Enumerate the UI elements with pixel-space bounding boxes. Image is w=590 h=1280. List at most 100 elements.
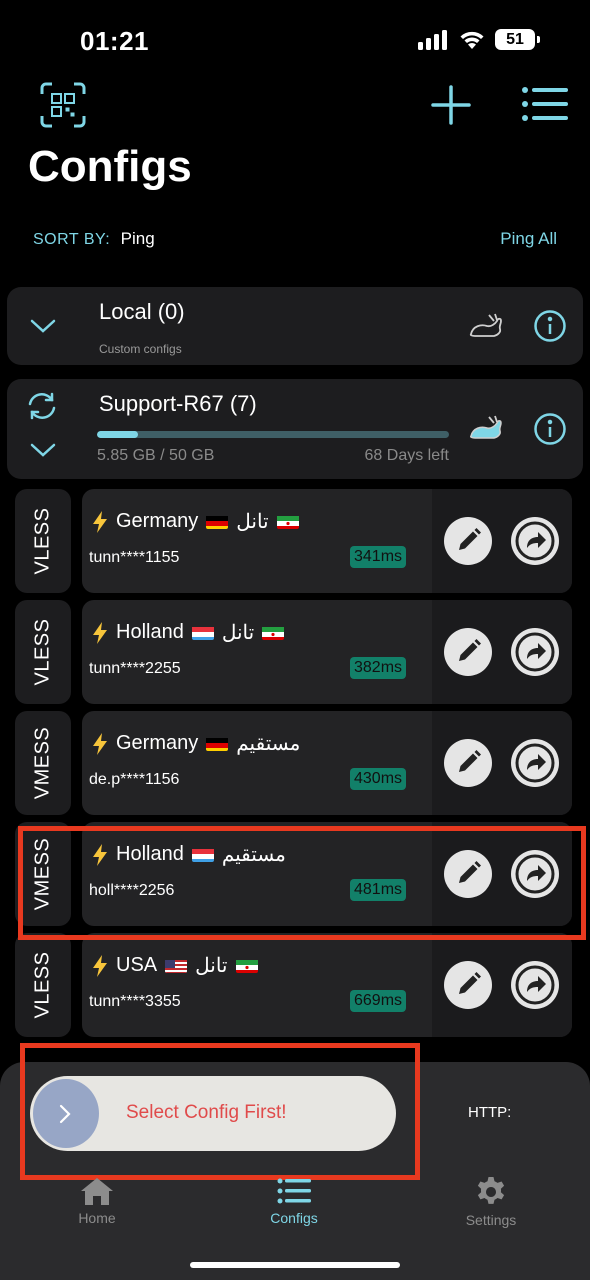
ping-badge: 382ms — [350, 657, 407, 679]
tab-configs-label: Configs — [270, 1210, 318, 1226]
group-support[interactable]: Support-R67 (7) 5.85 GB / 50 GB 68 Days … — [7, 379, 583, 479]
bolt-icon — [93, 732, 107, 755]
ping-badge: 341ms — [350, 546, 407, 568]
info-icon[interactable] — [533, 412, 567, 446]
rabbit-speed-icon[interactable] — [467, 414, 505, 444]
config-type: تانل — [221, 622, 255, 644]
edit-button[interactable] — [444, 517, 492, 565]
pencil-icon — [459, 528, 481, 550]
config-country: Germany — [116, 732, 199, 754]
config-row[interactable]: VMESS Germany مستقیم de.p****1156 430ms — [0, 711, 590, 815]
ping-badge: 669ms — [350, 990, 407, 1012]
protocol-badge: VLESS — [15, 933, 71, 1037]
share-button[interactable] — [511, 628, 559, 676]
flag-icon — [262, 625, 285, 640]
info-icon[interactable] — [533, 309, 567, 343]
tab-settings[interactable]: Settings — [431, 1176, 551, 1228]
protocol-badge: VMESS — [15, 711, 71, 815]
http-label: HTTP: — [468, 1104, 512, 1121]
sort-row: SORT BY: Ping Ping All — [33, 229, 557, 249]
config-country: USA — [116, 954, 158, 976]
group-local[interactable]: Local (0) Custom configs — [7, 287, 583, 365]
rabbit-speed-icon[interactable] — [467, 312, 505, 342]
tab-home-label: Home — [78, 1210, 116, 1226]
config-address: tunn****3355 — [89, 993, 181, 1010]
bolt-icon — [93, 510, 107, 533]
share-button[interactable] — [511, 517, 559, 565]
config-address: tunn****2255 — [89, 660, 181, 677]
flag-icon — [235, 958, 258, 973]
wifi-icon — [460, 31, 484, 49]
config-row[interactable]: VLESS Germany تانل tunn****1155 341ms — [0, 489, 590, 593]
protocol-label: VMESS — [31, 726, 54, 800]
usage-progress-bar — [97, 431, 449, 438]
tab-configs[interactable]: Configs — [234, 1176, 354, 1226]
config-row[interactable]: VLESS Holland تانل tunn****2255 382ms — [0, 600, 590, 704]
config-address: tunn****1155 — [89, 549, 180, 566]
config-name: Germany تانل — [92, 509, 299, 534]
edit-button[interactable] — [444, 961, 492, 1009]
group-subtitle: Custom configs — [99, 342, 182, 356]
share-button[interactable] — [511, 961, 559, 1009]
share-arrow-icon — [515, 965, 555, 1005]
ping-all-button[interactable]: Ping All — [500, 229, 557, 249]
add-config-icon[interactable] — [430, 84, 472, 126]
chevron-down-icon[interactable] — [29, 317, 57, 335]
protocol-badge: VLESS — [15, 600, 71, 704]
protocol-label: VLESS — [31, 951, 54, 1019]
flag-icon — [191, 625, 214, 640]
protocol-label: VLESS — [31, 507, 54, 575]
status-bar: 01:21 51 — [0, 0, 590, 80]
ping-badge: 430ms — [350, 768, 407, 790]
refresh-icon[interactable] — [25, 391, 59, 421]
config-country: Germany — [116, 510, 199, 532]
sort-value[interactable]: Ping — [121, 229, 155, 248]
share-arrow-icon — [515, 521, 555, 561]
config-type: تانل — [236, 511, 269, 533]
share-arrow-icon — [515, 632, 555, 672]
highlight-box — [18, 826, 586, 940]
qr-scan-icon[interactable] — [40, 82, 86, 128]
usage-progress-fill — [97, 431, 139, 438]
config-card[interactable]: Germany تانل tunn****1155 341ms — [82, 489, 572, 593]
config-type: مستقیم — [236, 733, 301, 755]
flag-icon — [276, 514, 299, 529]
list-menu-icon[interactable] — [522, 86, 568, 122]
list-icon — [277, 1178, 311, 1204]
sort-label: SORT BY: — [33, 231, 111, 248]
days-left-text: 68 Days left — [364, 447, 449, 464]
share-button[interactable] — [511, 739, 559, 787]
config-card[interactable]: USA تانل tunn****3355 669ms — [82, 933, 572, 1037]
config-row[interactable]: VLESS USA تانل tunn****3355 669ms — [0, 933, 590, 1037]
config-card[interactable]: Germany مستقیم de.p****1156 430ms — [82, 711, 572, 815]
cellular-signal-icon — [418, 30, 448, 50]
config-card[interactable]: Holland تانل tunn****2255 382ms — [82, 600, 572, 704]
group-title: Local (0) — [99, 299, 185, 324]
config-name: USA تانل — [92, 953, 258, 978]
config-country: Holland — [116, 621, 184, 643]
tab-settings-label: Settings — [465, 1212, 517, 1228]
share-arrow-icon — [515, 743, 555, 783]
protocol-label: VLESS — [31, 618, 54, 686]
pencil-icon — [459, 639, 481, 661]
edit-button[interactable] — [444, 628, 492, 676]
bolt-icon — [93, 954, 107, 977]
flag-icon — [206, 514, 229, 529]
usage-text: 5.85 GB / 50 GB — [97, 447, 215, 464]
highlight-box — [20, 1043, 420, 1180]
status-time: 01:21 — [80, 26, 149, 56]
config-type: تانل — [195, 955, 228, 977]
protocol-badge: VLESS — [15, 489, 71, 593]
edit-button[interactable] — [444, 739, 492, 787]
flag-icon — [165, 958, 188, 973]
gear-icon — [477, 1177, 505, 1204]
config-name: Germany مستقیم — [92, 731, 300, 756]
home-indicator — [190, 1262, 400, 1268]
battery-icon: 51 — [495, 29, 540, 50]
config-name: Holland تانل — [92, 620, 285, 645]
config-address: de.p****1156 — [89, 771, 180, 788]
tab-home[interactable]: Home — [37, 1176, 157, 1226]
group-title: Support-R67 (7) — [99, 391, 257, 416]
home-icon — [81, 1178, 113, 1205]
chevron-down-icon[interactable] — [29, 441, 57, 459]
